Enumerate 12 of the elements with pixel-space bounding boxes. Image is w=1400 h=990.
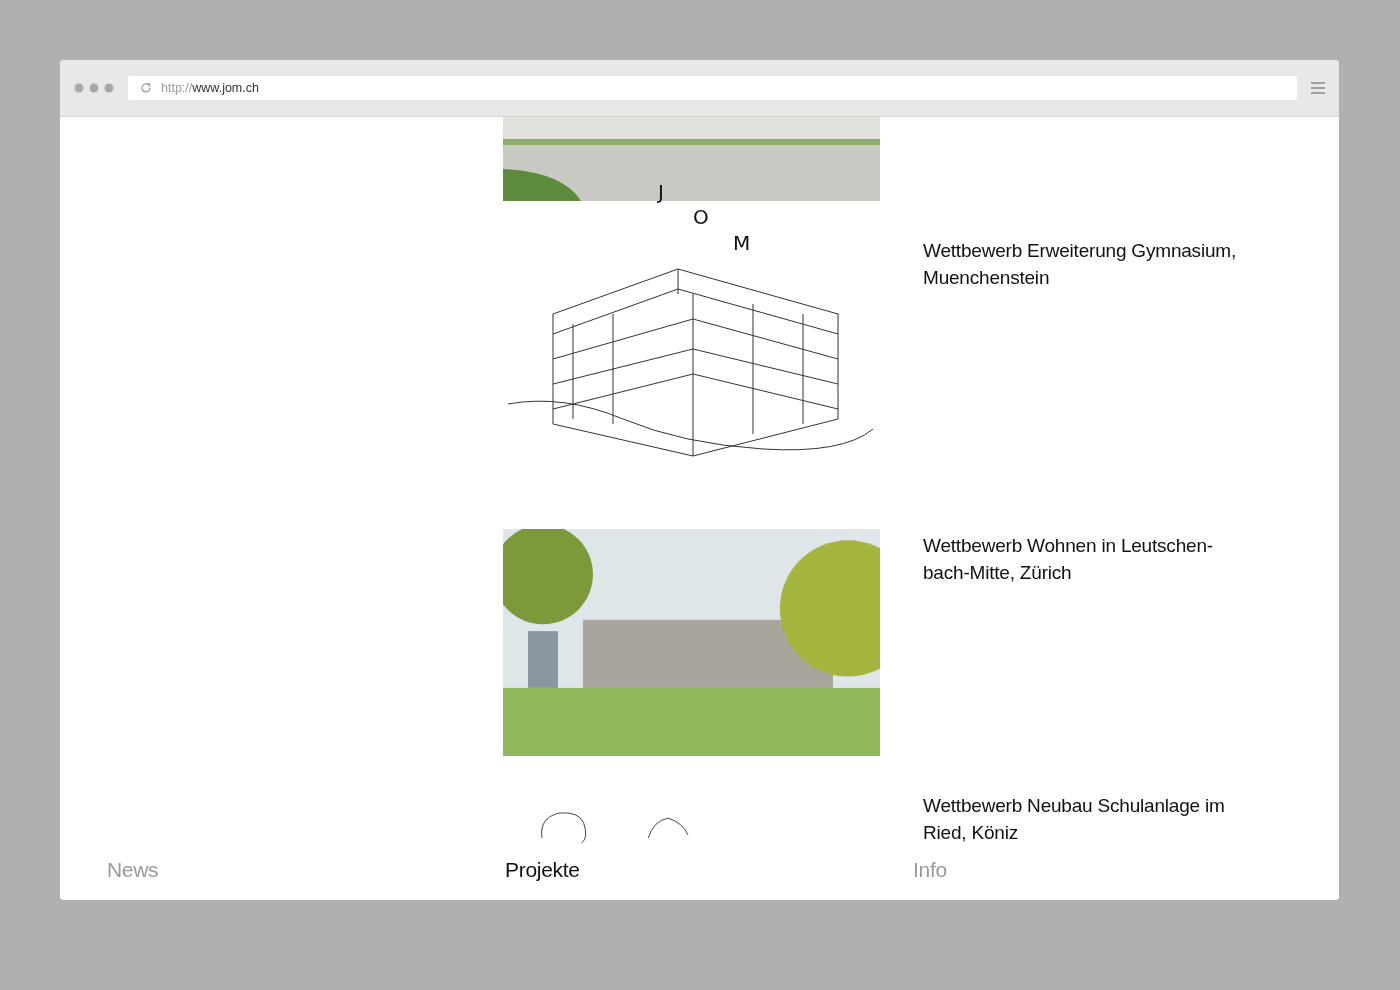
- menu-icon[interactable]: [1311, 81, 1325, 95]
- logo-letter: M: [733, 231, 751, 255]
- nav-tab[interactable]: Projekte: [505, 858, 580, 882]
- project-title[interactable]: Wettbewerb Wohnen in Leutschen-bach-Mitte, Zürich: [923, 532, 1253, 586]
- window-dots-icon: [74, 83, 114, 93]
- project-title[interactable]: Wettbewerb Erweiterung Gymnasium, Muenchenstein: [923, 237, 1253, 291]
- logo-letter: J: [658, 180, 664, 204]
- logo-letter: O: [693, 205, 709, 229]
- address-bar[interactable]: http://www.jom.ch: [128, 76, 1297, 100]
- project-title[interactable]: Wettbewerb Neubau Schulanlage im Ried, Köniz: [923, 792, 1253, 846]
- url-text: http://www.jom.ch: [161, 81, 259, 95]
- reload-icon[interactable]: [140, 82, 152, 94]
